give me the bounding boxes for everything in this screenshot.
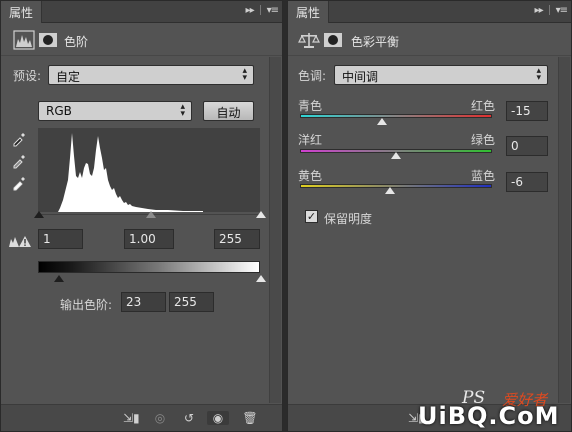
panel-title: 色阶 bbox=[64, 35, 89, 49]
color-balance-header: 色彩平衡 bbox=[288, 24, 571, 56]
clipping-warning-icon[interactable] bbox=[8, 234, 32, 248]
yellow-blue-slider-thumb[interactable] bbox=[385, 187, 395, 194]
layer-mask-icon[interactable] bbox=[322, 30, 344, 50]
levels-header: 色阶 bbox=[1, 24, 282, 56]
slider-left-label: 青色 bbox=[298, 99, 323, 113]
preserve-luminosity-label: 保留明度 bbox=[324, 212, 373, 226]
input-black-field[interactable]: 1 bbox=[38, 229, 83, 249]
trash-icon[interactable]: 🗑 bbox=[242, 411, 258, 425]
panel-menu-icon[interactable]: ▾≡ bbox=[556, 5, 568, 16]
output-gradient-bar bbox=[38, 261, 260, 273]
white-eyedropper-icon[interactable] bbox=[11, 175, 27, 191]
chevron-updown-icon: ▴ ▾ bbox=[536, 66, 541, 83]
magenta-green-slider-thumb[interactable] bbox=[391, 152, 401, 159]
slider-right-label: 蓝色 bbox=[471, 169, 496, 183]
clip-to-layer-icon[interactable]: ⇲▮ bbox=[123, 411, 140, 425]
preserve-luminosity-checkbox[interactable]: ✓ bbox=[305, 210, 318, 223]
slider-left-label: 黄色 bbox=[298, 169, 323, 183]
view-previous-state-icon[interactable]: ◎ bbox=[152, 411, 168, 425]
channel-value: RGB bbox=[46, 104, 72, 118]
yellow-blue-value-field[interactable]: -6 bbox=[506, 172, 548, 192]
auto-button[interactable]: 自动 bbox=[203, 101, 254, 121]
output-black-slider[interactable] bbox=[54, 275, 64, 282]
panel-title: 色彩平衡 bbox=[351, 35, 400, 49]
color-balance-icon bbox=[298, 33, 320, 48]
input-gamma-field[interactable]: 1.00 bbox=[124, 229, 174, 249]
preset-dropdown[interactable]: 自定 ▴ ▾ bbox=[48, 65, 254, 85]
reset-icon[interactable]: ↺ bbox=[181, 411, 197, 425]
tab-properties[interactable]: 属性 bbox=[1, 1, 43, 23]
output-black-field[interactable]: 23 bbox=[121, 292, 166, 312]
cyan-red-value-field[interactable]: -15 bbox=[506, 101, 548, 121]
panel-scrollbar[interactable] bbox=[558, 57, 570, 403]
levels-adjustment-icon bbox=[13, 30, 35, 50]
color-balance-properties-panel: 属性 ▸▸ ▾≡ 色彩平衡 色调: 中间调 ▴ ▾ 青色 红色 -15 洋红 绿色 … bbox=[287, 0, 572, 432]
panel-tabbar: 属性 ▸▸ ▾≡ bbox=[1, 1, 282, 23]
gray-eyedropper-icon[interactable] bbox=[11, 153, 27, 169]
slider-right-label: 绿色 bbox=[471, 133, 496, 147]
panel-scrollbar[interactable] bbox=[269, 57, 281, 403]
output-levels-label: 输出色阶: bbox=[60, 298, 113, 312]
black-eyedropper-icon[interactable] bbox=[11, 131, 27, 147]
slider-left-label: 洋红 bbox=[298, 133, 323, 147]
watermark-site: UiBQ.CoM bbox=[418, 402, 560, 430]
preset-label: 预设: bbox=[13, 69, 42, 83]
panel-footer: ⇲▮ ◎ ↺ ◉ 🗑 bbox=[1, 404, 282, 431]
tone-label: 色调: bbox=[298, 69, 327, 83]
tab-properties[interactable]: 属性 bbox=[288, 1, 330, 23]
slider-right-label: 红色 bbox=[471, 99, 496, 113]
input-gamma-slider[interactable] bbox=[146, 211, 156, 218]
magenta-green-value-field[interactable]: 0 bbox=[506, 136, 548, 156]
tone-dropdown[interactable]: 中间调 ▴ ▾ bbox=[334, 65, 548, 85]
tone-value: 中间调 bbox=[342, 70, 379, 84]
panel-tools: ▸▸ ▾≡ bbox=[246, 5, 279, 16]
collapse-icon[interactable]: ▸▸ bbox=[246, 5, 255, 16]
input-white-slider[interactable] bbox=[256, 211, 266, 218]
layer-mask-icon[interactable] bbox=[37, 30, 59, 50]
panel-tools: ▸▸ ▾≡ bbox=[535, 5, 568, 16]
visibility-eye-icon[interactable]: ◉ bbox=[207, 411, 229, 425]
chevron-updown-icon: ▴ ▾ bbox=[180, 102, 185, 119]
panel-menu-icon[interactable]: ▾≡ bbox=[267, 5, 279, 16]
channel-dropdown[interactable]: RGB ▴ ▾ bbox=[38, 101, 192, 121]
chevron-updown-icon: ▴ ▾ bbox=[242, 66, 247, 83]
levels-properties-panel: 属性 ▸▸ ▾≡ 色阶 预设: 自定 ▴ ▾ RGB ▴ ▾ 自动 1 1.00… bbox=[0, 0, 283, 432]
panel-tabbar: 属性 ▸▸ ▾≡ bbox=[288, 1, 571, 23]
cyan-red-slider-track[interactable] bbox=[300, 114, 492, 118]
output-white-field[interactable]: 255 bbox=[169, 292, 214, 312]
cyan-red-slider-thumb[interactable] bbox=[377, 118, 387, 125]
histogram bbox=[38, 128, 260, 212]
collapse-icon[interactable]: ▸▸ bbox=[535, 5, 544, 16]
output-white-slider[interactable] bbox=[256, 275, 266, 282]
input-black-slider[interactable] bbox=[34, 211, 44, 218]
input-white-field[interactable]: 255 bbox=[214, 229, 260, 249]
yellow-blue-slider-track[interactable] bbox=[300, 184, 492, 188]
preset-value: 自定 bbox=[56, 70, 81, 84]
